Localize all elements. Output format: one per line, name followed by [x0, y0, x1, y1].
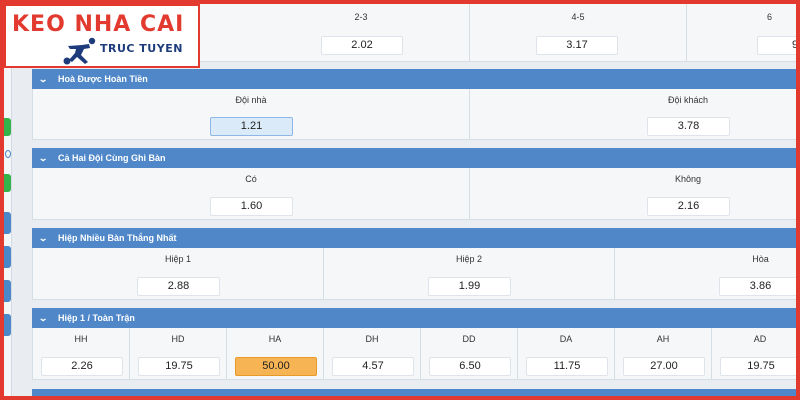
- col-htft: AH 27.00: [615, 328, 712, 379]
- section-title: Hiệp Nhiều Bàn Thắng Nhất: [58, 233, 177, 243]
- col-label: Hiệp 1: [164, 254, 191, 264]
- col-label: DH: [365, 334, 379, 344]
- section-title: Hoà Được Hoàn Tiền: [58, 74, 148, 84]
- col-yes: Có 1.60: [33, 168, 470, 219]
- odd-button[interactable]: 3.17: [536, 36, 618, 55]
- col-htft: AD 19.75: [712, 328, 800, 379]
- odd-button[interactable]: 50.00: [235, 357, 317, 376]
- col-home: Đội nhà 1.21: [33, 89, 470, 139]
- site-logo[interactable]: KEO NHA CAI TRUC TUYEN: [4, 4, 200, 68]
- section-title: Cả Hai Đội Cùng Ghi Bàn: [58, 153, 166, 163]
- sidebar-green-tab-2[interactable]: [4, 174, 11, 192]
- football-player-icon: [63, 37, 96, 65]
- odd-button[interactable]: 6.50: [429, 357, 511, 376]
- col-label: Hòa: [752, 254, 769, 264]
- col-label: HH: [74, 334, 88, 344]
- section-header-draw-no-bet[interactable]: ⌄ Hoà Được Hoàn Tiền: [32, 69, 800, 89]
- section-header-next[interactable]: [32, 389, 800, 400]
- odd-button[interactable]: 11.75: [526, 357, 608, 376]
- chevron-down-icon: ⌄: [38, 312, 49, 323]
- odd-button[interactable]: 4.57: [332, 357, 414, 376]
- col-htft: DA 11.75: [518, 328, 615, 379]
- section-header-highest-scoring-half[interactable]: ⌄ Hiệp Nhiều Bàn Thắng Nhất: [32, 228, 800, 248]
- top-col-label: 2-3: [354, 12, 368, 22]
- col-label: DA: [559, 334, 573, 344]
- section-body-highest-scoring-half: Hiệp 1 2.88 Hiệp 2 1.99 Hòa 3.86: [32, 248, 800, 300]
- odd-button[interactable]: 2.88: [137, 277, 220, 296]
- section-body-both-teams-score: Có 1.60 Không 2.16: [32, 168, 800, 220]
- col-label: AD: [753, 334, 767, 344]
- odd-button[interactable]: 1.21: [210, 117, 293, 136]
- odd-button[interactable]: 27.00: [623, 357, 705, 376]
- col-label: Đội nhà: [235, 95, 267, 105]
- col-label: HD: [171, 334, 185, 344]
- col-htft: HD 19.75: [130, 328, 227, 379]
- odd-button[interactable]: 19.75: [720, 357, 800, 376]
- odd-button[interactable]: 3.78: [647, 117, 730, 136]
- col-label: Đội khách: [667, 95, 709, 105]
- section-body-half-time-full-time: HH 2.26 HD 19.75 HA 50.00 DH 4.57 DD 6.5…: [32, 328, 800, 380]
- section-body-draw-no-bet: Đội nhà 1.21 Đội khách 3.78: [32, 89, 800, 140]
- col-no: Không 2.16: [470, 168, 800, 219]
- odd-button[interactable]: 1.60: [210, 197, 293, 216]
- sidebar-blue-tab-2[interactable]: [4, 246, 11, 268]
- sidebar-circle-icon[interactable]: [5, 150, 11, 158]
- odd-button[interactable]: 2.16: [647, 197, 730, 216]
- chevron-down-icon: ⌄: [38, 73, 49, 84]
- chevron-down-icon: ⌄: [38, 232, 49, 243]
- top-col-4-5: 4-5 3.17: [470, 0, 687, 61]
- col-draw: Hòa 3.86: [615, 248, 800, 299]
- col-first-half: Hiệp 1 2.88: [33, 248, 324, 299]
- col-away: Đội khách 3.78: [470, 89, 800, 139]
- col-label: DD: [462, 334, 476, 344]
- col-label: Hiệp 2: [455, 254, 482, 264]
- section-header-both-teams-score[interactable]: ⌄ Cả Hai Đội Cùng Ghi Bàn: [32, 148, 800, 168]
- odd-button[interactable]: 3.86: [719, 277, 800, 296]
- chevron-down-icon: ⌄: [38, 152, 49, 163]
- odd-button[interactable]: 1.99: [428, 277, 511, 296]
- col-label: AH: [656, 334, 670, 344]
- sidebar-blue-tab-3[interactable]: [4, 280, 11, 302]
- col-label: HA: [268, 334, 282, 344]
- sidebar-green-tab-1[interactable]: [4, 118, 11, 136]
- sidebar-blue-tab-4[interactable]: [4, 314, 11, 336]
- section-title: Hiệp 1 / Toàn Trận: [58, 313, 135, 323]
- top-col-label: 4-5: [571, 12, 585, 22]
- odd-button[interactable]: 19.75: [138, 357, 220, 376]
- col-second-half: Hiệp 2 1.99: [324, 248, 615, 299]
- odd-button[interactable]: 9.: [757, 36, 800, 55]
- logo-line-2: TRUC TUYEN: [100, 42, 183, 55]
- odd-button[interactable]: 2.02: [321, 36, 403, 55]
- logo-line-1: KEO NHA CAI: [12, 12, 185, 37]
- col-label: Có: [245, 174, 257, 184]
- odd-button[interactable]: 2.26: [41, 357, 123, 376]
- col-htft: DH 4.57: [324, 328, 421, 379]
- top-col-2-3: 2-3 2.02: [253, 0, 470, 61]
- top-col-6: 6 9.: [687, 0, 800, 61]
- col-label: Không: [674, 174, 702, 184]
- section-header-half-time-full-time[interactable]: ⌄ Hiệp 1 / Toàn Trận: [32, 308, 800, 328]
- top-col-label: 6: [767, 12, 773, 22]
- col-htft: HH 2.26: [33, 328, 130, 379]
- sidebar-blue-tab-1[interactable]: [4, 212, 11, 234]
- col-htft: DD 6.50: [421, 328, 518, 379]
- col-htft: HA 50.00: [227, 328, 324, 379]
